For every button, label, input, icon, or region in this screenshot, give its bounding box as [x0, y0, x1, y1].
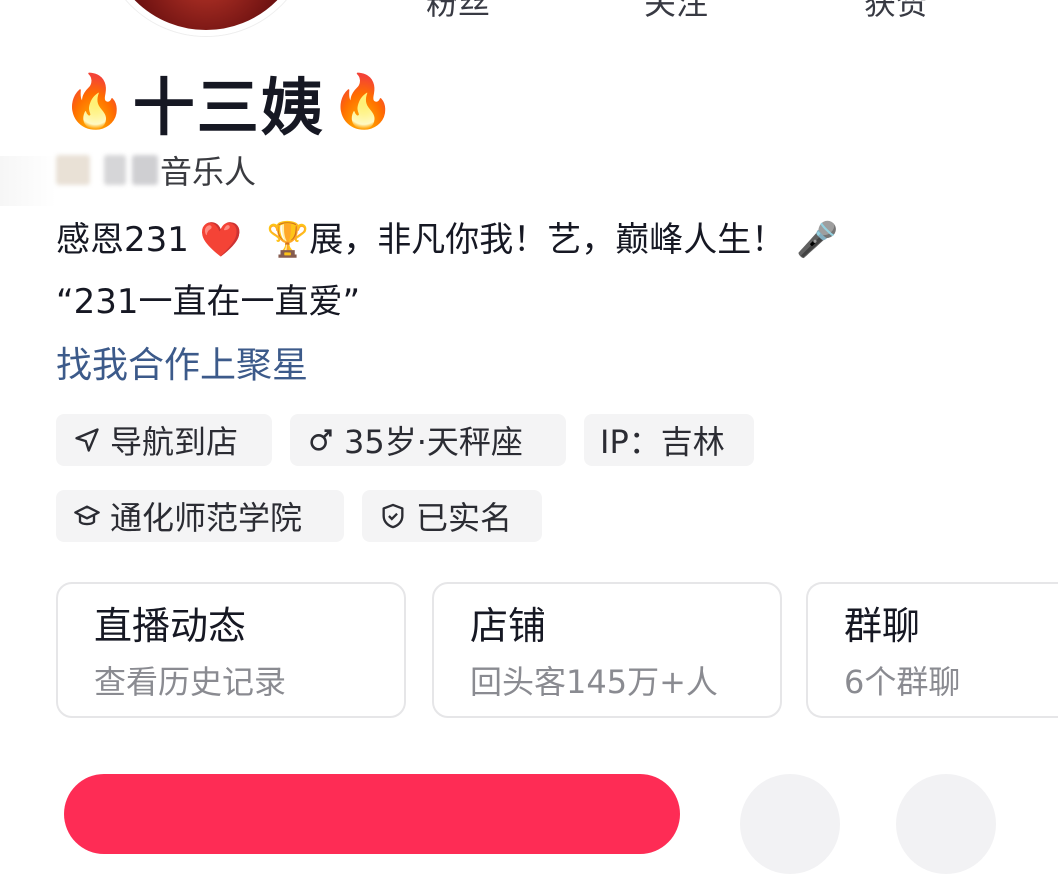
flame-icon: 🔥 [62, 72, 127, 132]
cooperation-link[interactable]: 找我合作上聚星 [56, 336, 308, 388]
bio-line-2: “231一直在一直爱” [56, 282, 361, 322]
card-live-history[interactable]: 直播动态 查看历史记录 [56, 582, 406, 718]
blur-overlay [0, 156, 56, 206]
tag-label: 35岁·天秤座 [344, 423, 523, 461]
card-shop[interactable]: 店铺 回头客145万+人 [432, 582, 782, 718]
heart-icon: ❤️ [199, 220, 243, 260]
tag-age-sign: 35岁·天秤座 [290, 414, 566, 466]
redacted-block [132, 155, 158, 185]
card-subtitle: 查看历史记录 [94, 663, 287, 701]
card-group-chat[interactable]: 群聊 6个群聊 [806, 582, 1058, 718]
identity-row: 音乐人 [56, 150, 257, 191]
male-icon [306, 425, 336, 455]
message-button[interactable] [740, 774, 840, 874]
tag-label: 已实名 [416, 499, 513, 537]
profile-name: 十三姨 [132, 71, 325, 144]
flame-icon: 🔥 [330, 72, 396, 132]
graduation-cap-icon [72, 501, 102, 531]
card-title: 群聊 [844, 604, 921, 648]
likes-label[interactable]: 获赞 [864, 0, 928, 24]
redacted-block [104, 155, 126, 185]
trophy-icon: 🏆 [266, 220, 310, 260]
tag-label: 导航到店 [110, 423, 239, 461]
bio-text: 感恩231 [56, 220, 189, 260]
follow-button[interactable] [64, 774, 680, 854]
following-label[interactable]: 关注 [644, 0, 708, 24]
microphone-icon: 🎤 [796, 220, 839, 260]
tag-label: IP：吉林 [600, 423, 725, 461]
card-title: 店铺 [470, 604, 547, 648]
card-subtitle: 6个群聊 [844, 663, 961, 701]
card-title: 直播动态 [94, 604, 247, 648]
fans-label[interactable]: 粉丝 [426, 0, 490, 24]
tag-navigate[interactable]: 导航到店 [56, 414, 272, 466]
more-button[interactable] [896, 774, 996, 874]
profile-name-row: 🔥 十三姨 🔥 [62, 62, 396, 144]
shield-check-icon [378, 501, 408, 531]
card-subtitle: 回头客145万+人 [470, 663, 718, 701]
tag-verified: 已实名 [362, 490, 542, 542]
identity-label: 音乐人 [160, 153, 257, 191]
redacted-block [56, 155, 90, 185]
tag-school[interactable]: 通化师范学院 [56, 490, 344, 542]
tag-ip: IP：吉林 [584, 414, 754, 466]
bio-text: 展，非凡你我！艺，巅峰人生！ [309, 220, 786, 260]
avatar[interactable] [100, 0, 312, 36]
bio-line-1: 感恩231 ❤️ 🏆展，非凡你我！艺，巅峰人生！ 🎤 [56, 212, 838, 261]
tag-label: 通化师范学院 [110, 499, 303, 537]
navigation-arrow-icon [72, 425, 102, 455]
